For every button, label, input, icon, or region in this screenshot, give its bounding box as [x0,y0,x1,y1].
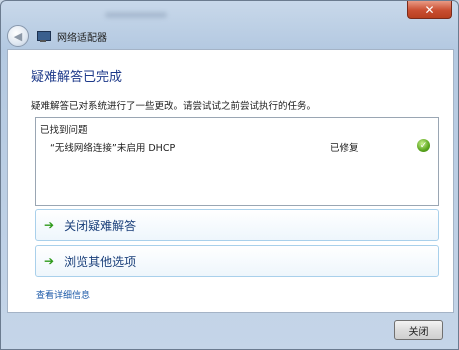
close-troubleshooter-option[interactable]: ➔ 关闭疑难解答 [35,209,439,241]
explore-other-options-option[interactable]: ➔ 浏览其他选项 [35,245,439,277]
title-bar: ✕ [1,1,458,21]
blurred-address-text [105,12,167,18]
page-description: 疑难解答已对系统进行了一些更改。请尝试试之前尝试执行的任务。 [31,101,317,112]
close-icon: ✕ [424,2,435,17]
check-icon: ✓ [417,139,430,152]
navigation-bar: ◀ 网络适配器 [1,23,458,49]
window-close-button[interactable]: ✕ [407,1,452,19]
results-header: 已找到问题 [40,125,88,136]
problem-name: “无线网络连接”未启用 DHCP [50,143,176,154]
option-label: 关闭疑难解答 [64,218,137,233]
results-box: 已找到问题 “无线网络连接”未启用 DHCP 已修复 ✓ [35,117,439,206]
arrow-right-icon: ➔ [44,218,55,232]
page-heading: 疑难解答已完成 [31,70,123,85]
window-title: 网络适配器 [57,32,107,44]
arrow-right-icon: ➔ [44,254,55,268]
back-arrow-icon: ◀ [13,29,23,43]
back-button[interactable]: ◀ [7,25,29,47]
network-adapter-icon [37,30,51,42]
option-label: 浏览其他选项 [64,254,137,269]
problem-status: 已修复 [330,143,359,154]
close-button[interactable]: 关闭 [394,320,443,340]
view-details-link[interactable]: 查看详细信息 [36,288,90,301]
